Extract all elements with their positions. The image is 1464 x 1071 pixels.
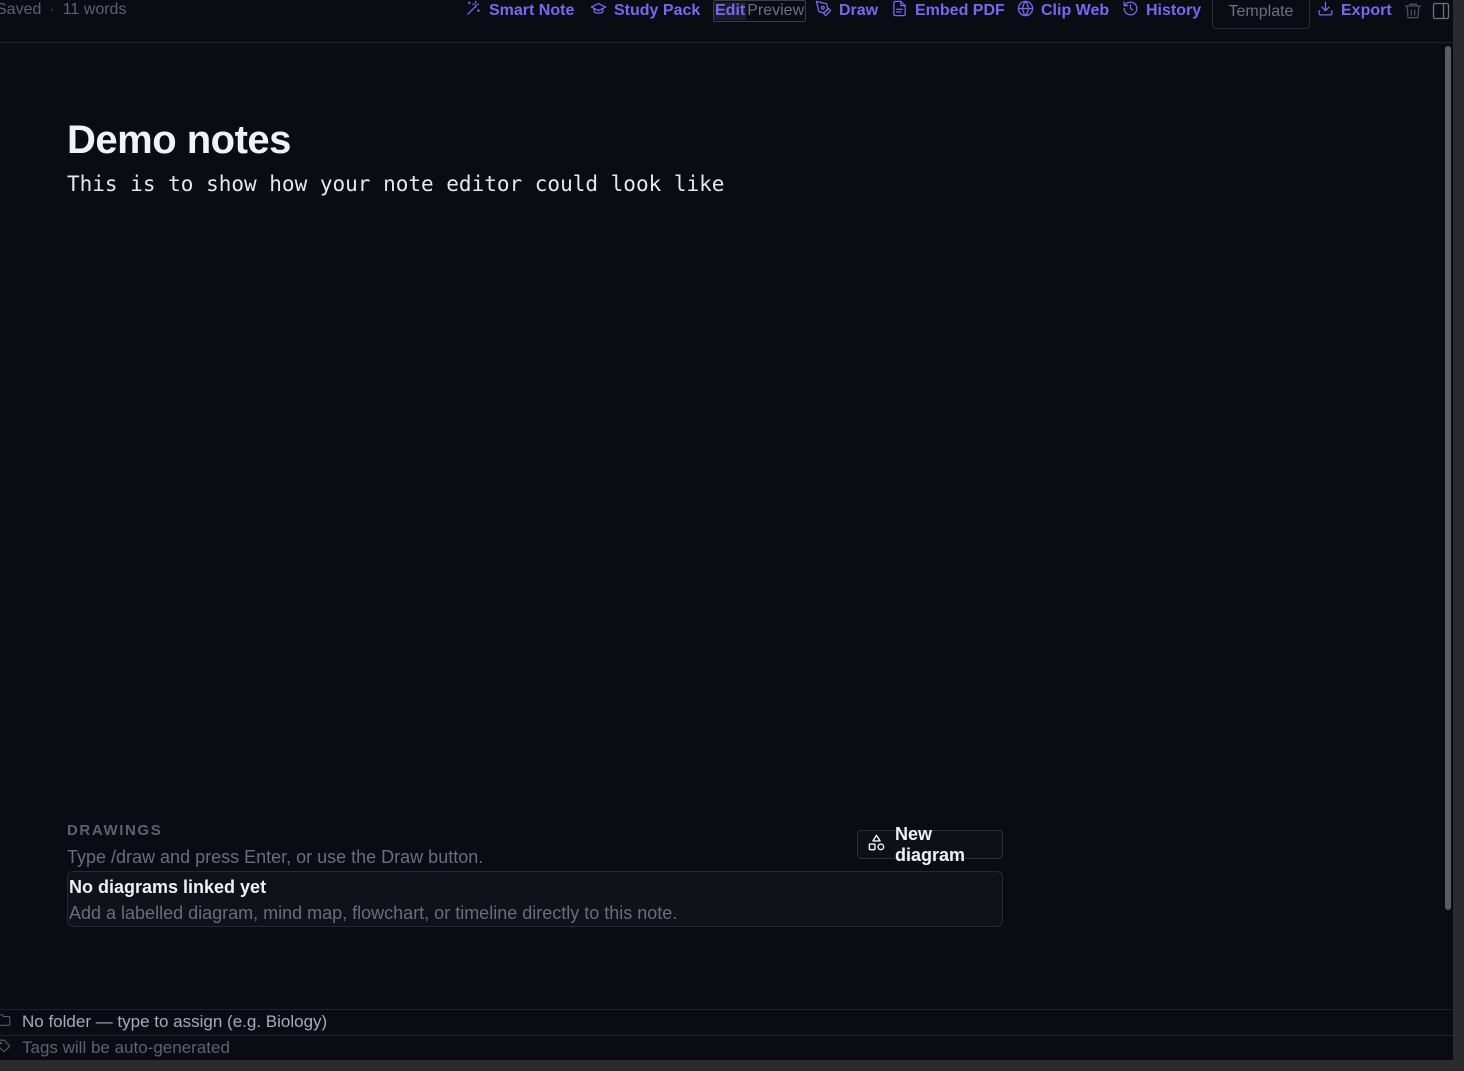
smart-note-label: Smart Note <box>489 2 575 19</box>
note-title[interactable]: Demo notes <box>67 118 291 163</box>
history-icon <box>1122 0 1139 22</box>
preview-mode-tab[interactable]: Preview <box>746 2 805 20</box>
globe-icon <box>1017 0 1034 22</box>
top-toolbar: Saved · 11 words Smart Note Study Pack Edi… <box>0 0 1453 43</box>
template-button[interactable]: Template <box>1212 0 1310 29</box>
draw-button[interactable]: Draw <box>815 0 878 22</box>
scrollbar-thumb[interactable] <box>1445 46 1451 910</box>
export-label: Export <box>1341 2 1392 19</box>
embed-pdf-button[interactable]: Embed PDF <box>891 0 1005 22</box>
graduation-cap-icon <box>590 0 607 22</box>
download-icon <box>1317 0 1334 22</box>
clip-web-label: Clip Web <box>1041 2 1110 19</box>
study-pack-button[interactable]: Study Pack <box>590 0 700 22</box>
magic-wand-icon <box>465 0 482 22</box>
history-label: History <box>1146 2 1202 19</box>
draw-label: Draw <box>839 2 879 19</box>
study-pack-label: Study Pack <box>614 2 701 19</box>
embed-pdf-label: Embed PDF <box>915 2 1005 19</box>
folder-placeholder: No folder — type to assign (e.g. Biology… <box>22 1012 328 1031</box>
tags-placeholder: Tags will be auto-generated <box>22 1038 230 1057</box>
tags-input[interactable]: Tags will be auto-generated <box>0 1035 1453 1060</box>
edit-preview-toggle: Edit Preview <box>713 0 807 22</box>
history-button[interactable]: History <box>1122 0 1201 22</box>
drawings-hint: Type /draw and press Enter, or use the D… <box>67 847 484 867</box>
folder-input[interactable]: No folder — type to assign (e.g. Biology… <box>0 1009 1453 1034</box>
smart-note-button[interactable]: Smart Note <box>465 0 574 22</box>
note-editor-app: Saved · 11 words Smart Note Study Pack Edi… <box>0 0 1453 1060</box>
saved-indicator: Saved <box>0 1 42 18</box>
sidebar-toggle-icon[interactable] <box>1431 1 1451 21</box>
new-diagram-button[interactable]: New diagram <box>857 824 1003 865</box>
shapes-icon <box>867 833 886 857</box>
edit-mode-tab[interactable]: Edit <box>714 2 747 20</box>
status-separator: · <box>49 1 55 18</box>
empty-state-description: Add a labelled diagram, mind map, flowch… <box>69 903 678 923</box>
file-icon <box>891 0 908 22</box>
clip-web-button[interactable]: Clip Web <box>1017 0 1109 22</box>
drawings-section-label: DRAWINGS <box>67 822 163 839</box>
pen-icon <box>815 0 832 22</box>
diagrams-empty-state: No diagrams linked yet Add a labelled di… <box>67 871 1003 927</box>
tag-icon <box>0 1038 11 1058</box>
export-button[interactable]: Export <box>1317 0 1392 22</box>
new-diagram-label: New diagram <box>895 823 966 865</box>
folder-icon <box>0 1012 11 1032</box>
note-body[interactable]: This is to show how your note editor cou… <box>67 172 724 196</box>
save-status: Saved · 11 words <box>0 1 126 19</box>
empty-state-title: No diagrams linked yet <box>69 877 267 897</box>
word-count: 11 words <box>62 1 127 18</box>
trash-icon[interactable] <box>1403 1 1423 21</box>
